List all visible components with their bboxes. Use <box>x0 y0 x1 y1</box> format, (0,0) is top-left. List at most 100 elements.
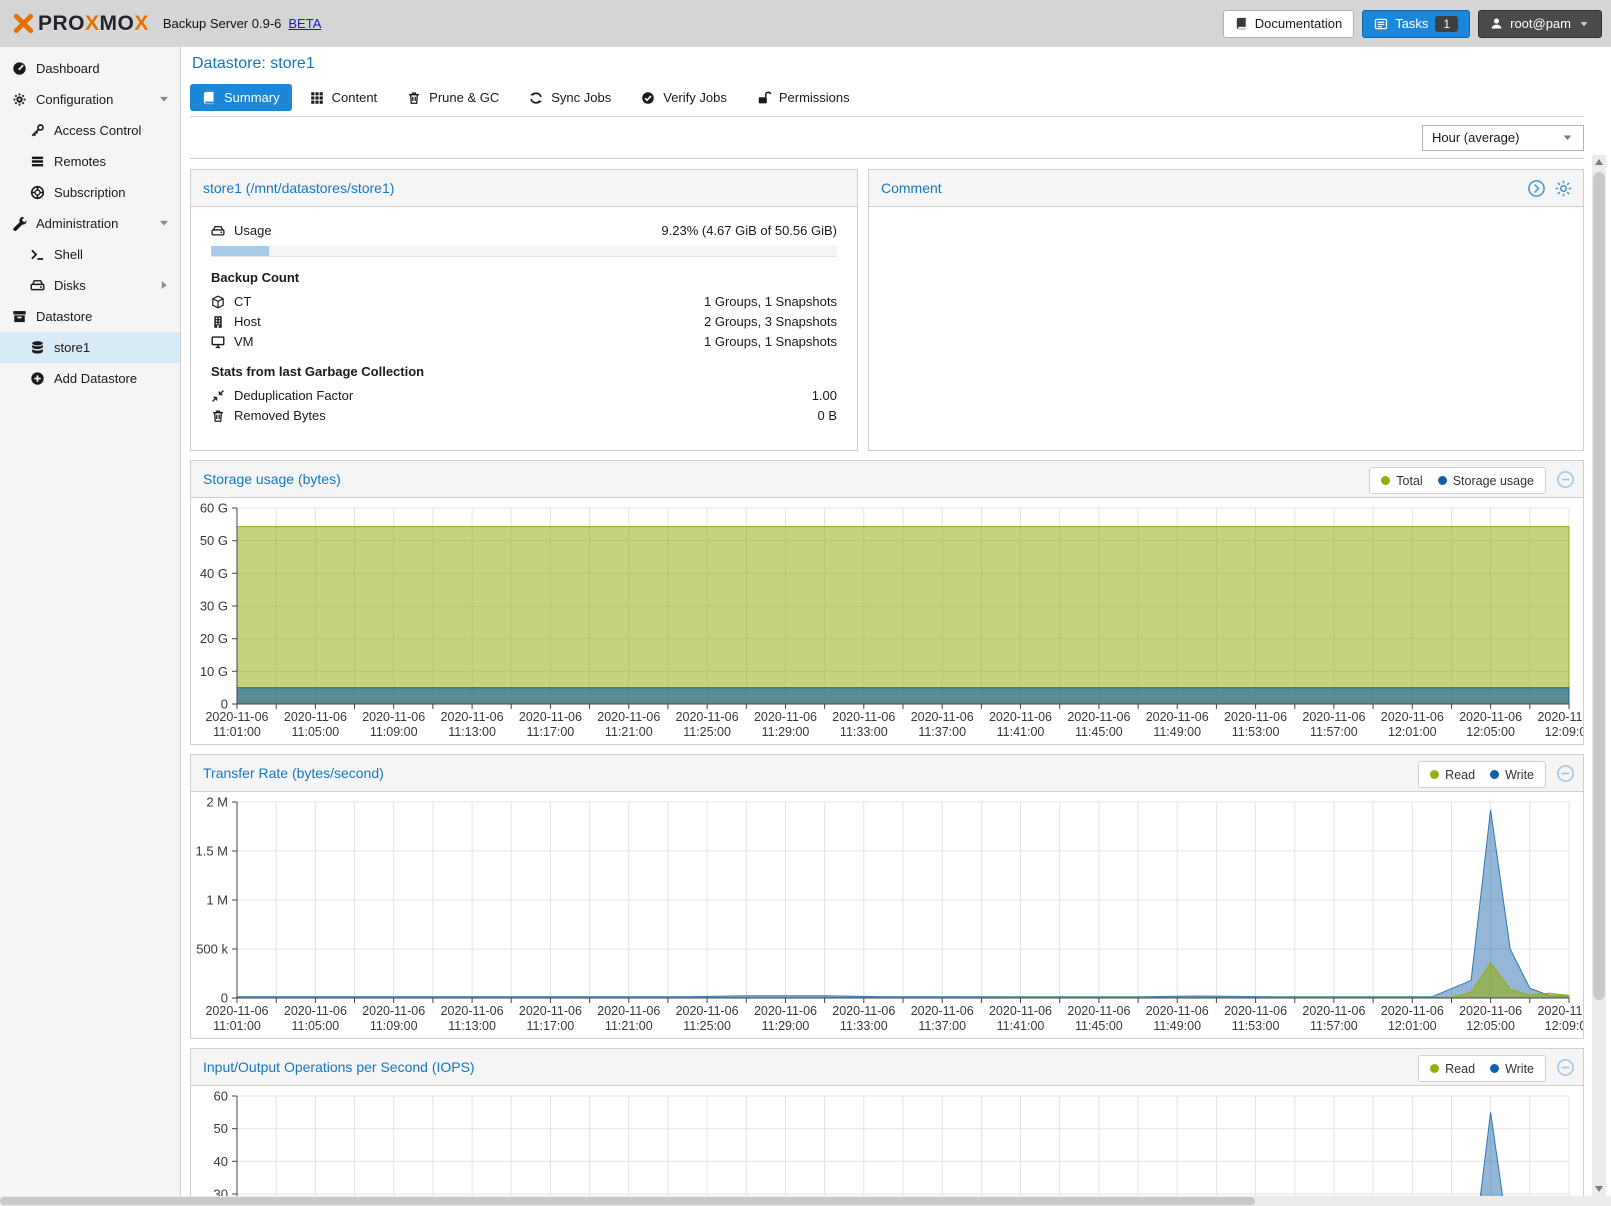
svg-text:2020-11-0611:49:00: 2020-11-0611:49:00 <box>1146 710 1209 739</box>
legend-dot <box>1430 1064 1439 1073</box>
page-title: Datastore: store1 <box>192 55 1584 73</box>
sidebar-item-add-datastore[interactable]: Add Datastore <box>0 363 180 394</box>
svg-text:20 G: 20 G <box>200 631 228 646</box>
transfer-chart-svg: 0500 k1 M1.5 M2 M2020-11-0611:01:002020-… <box>191 792 1583 1038</box>
user-menu-button[interactable]: root@pam <box>1478 10 1602 38</box>
tasks-button[interactable]: Tasks 1 <box>1362 10 1470 38</box>
svg-text:2020-11-0611:13:00: 2020-11-0611:13:00 <box>441 710 504 739</box>
building-icon <box>211 315 225 329</box>
sidebar-item-shell[interactable]: Shell <box>0 239 180 270</box>
tab-content[interactable]: Content <box>298 84 390 111</box>
vertical-scrollbar-thumb[interactable] <box>1593 172 1605 1000</box>
horizontal-scrollbar-thumb[interactable] <box>0 1197 1255 1205</box>
svg-text:60: 60 <box>214 1089 228 1104</box>
tab-verify-jobs[interactable]: Verify Jobs <box>629 84 739 111</box>
caret-down-icon[interactable] <box>157 216 171 230</box>
book-icon <box>202 91 216 105</box>
toolbar: Hour (average) <box>190 117 1584 159</box>
svg-text:2020-11-0611:17:00: 2020-11-0611:17:00 <box>519 710 582 739</box>
caret-right-icon[interactable] <box>157 278 171 292</box>
scroll-up-arrow-icon[interactable] <box>1592 155 1606 169</box>
summary-row: store1 (/mnt/datastores/store1) Usage9.2… <box>190 169 1584 451</box>
svg-text:2 M: 2 M <box>206 795 228 810</box>
tab-label: Content <box>332 90 378 105</box>
svg-text:2020-11-0611:21:00: 2020-11-0611:21:00 <box>597 710 660 739</box>
svg-text:60 G: 60 G <box>200 501 228 516</box>
svg-text:2020-11-0611:49:00: 2020-11-0611:49:00 <box>1146 1004 1209 1033</box>
hdd-icon <box>211 224 225 238</box>
svg-text:2020-11-0612:09:00: 2020-11-0612:09:00 <box>1537 1004 1583 1033</box>
transfer-chart: 0500 k1 M1.5 M2 M2020-11-0611:01:002020-… <box>191 792 1583 1038</box>
comment-body[interactable] <box>869 207 1583 450</box>
iops-legend: Read Write <box>1418 1055 1546 1082</box>
minus-circle-icon[interactable] <box>1556 764 1575 783</box>
chevron-circle-right-icon[interactable] <box>1527 179 1546 198</box>
usage-row: Usage9.23% (4.67 GiB of 50.56 GiB) <box>211 221 837 240</box>
tab-permissions[interactable]: Permissions <box>745 84 862 111</box>
sidebar-item-remotes[interactable]: Remotes <box>0 146 180 177</box>
legend-item-write[interactable]: Write <box>1490 1062 1534 1076</box>
cube-icon <box>211 295 225 309</box>
tab-label: Sync Jobs <box>551 90 611 105</box>
gc-row-deduplication-factor: Deduplication Factor1.00 <box>211 386 837 405</box>
svg-text:2020-11-0611:33:00: 2020-11-0611:33:00 <box>832 710 895 739</box>
sidebar-item-label: Access Control <box>54 123 141 138</box>
sidebar-item-configuration[interactable]: Configuration <box>0 84 180 115</box>
legend-item-storage-usage[interactable]: Storage usage <box>1438 474 1534 488</box>
legend-item-write[interactable]: Write <box>1490 768 1534 782</box>
sidebar-item-disks[interactable]: Disks <box>0 270 180 301</box>
sidebar-item-datastore[interactable]: Datastore <box>0 301 180 332</box>
vertical-scrollbar[interactable] <box>1592 155 1606 1196</box>
documentation-button[interactable]: Documentation <box>1223 10 1354 38</box>
comment-panel-header: Comment <box>869 170 1583 207</box>
caret-down-icon[interactable] <box>157 92 171 106</box>
horizontal-scrollbar[interactable] <box>0 1196 1611 1206</box>
tab-prune-gc[interactable]: Prune & GC <box>395 84 511 111</box>
logo-text: PROXMOX <box>38 12 149 36</box>
time-range-select[interactable]: Hour (average) <box>1422 125 1584 151</box>
svg-text:2020-11-0611:45:00: 2020-11-0611:45:00 <box>1067 1004 1130 1033</box>
sidebar-item-label: Dashboard <box>36 61 100 76</box>
transfer-panel-header: Transfer Rate (bytes/second) ReadWrite <box>191 755 1583 792</box>
minus-circle-icon[interactable] <box>1556 470 1575 489</box>
svg-text:2020-11-0612:05:00: 2020-11-0612:05:00 <box>1459 1004 1522 1033</box>
legend-item-read[interactable]: Read <box>1430 1062 1475 1076</box>
iops-panel: Input/Output Operations per Second (IOPS… <box>190 1048 1584 1196</box>
sidebar-item-subscription[interactable]: Subscription <box>0 177 180 208</box>
storage-panel-header: Storage usage (bytes) TotalStorage usage <box>191 461 1583 498</box>
sidebar-item-label: Administration <box>36 216 118 231</box>
tab-summary[interactable]: Summary <box>190 84 292 111</box>
legend-item-read[interactable]: Read <box>1430 768 1475 782</box>
gear-icon[interactable] <box>1554 179 1573 198</box>
sidebar-item-label: Add Datastore <box>54 371 137 386</box>
sidebar-item-access-control[interactable]: Access Control <box>0 115 180 146</box>
charts-column: Storage usage (bytes) TotalStorage usage… <box>190 460 1584 1196</box>
sidebar-item-store1[interactable]: store1 <box>0 332 180 363</box>
legend-item-total[interactable]: Total <box>1381 474 1422 488</box>
svg-text:2020-11-0612:09:00: 2020-11-0612:09:00 <box>1537 710 1583 739</box>
scroll-down-arrow-icon[interactable] <box>1592 1182 1606 1196</box>
sidebar-item-dashboard[interactable]: Dashboard <box>0 53 180 84</box>
svg-text:2020-11-0612:01:00: 2020-11-0612:01:00 <box>1381 1004 1444 1033</box>
svg-text:2020-11-0611:13:00: 2020-11-0611:13:00 <box>441 1004 504 1033</box>
svg-text:2020-11-0611:05:00: 2020-11-0611:05:00 <box>284 1004 347 1033</box>
legend-dot <box>1430 770 1439 779</box>
svg-text:2020-11-0611:25:00: 2020-11-0611:25:00 <box>676 1004 739 1033</box>
tab-label: Summary <box>224 90 280 105</box>
sidebar-item-administration[interactable]: Administration <box>0 208 180 239</box>
tab-sync-jobs[interactable]: Sync Jobs <box>517 84 623 111</box>
svg-text:2020-11-0611:21:00: 2020-11-0611:21:00 <box>597 1004 660 1033</box>
legend-dot <box>1490 770 1499 779</box>
tab-label: Prune & GC <box>429 90 499 105</box>
iops-chart-svg: 01020304050602020-11-0611:01:002020-11-0… <box>191 1086 1583 1196</box>
minus-circle-icon[interactable] <box>1556 1058 1575 1077</box>
svg-text:2020-11-0611:41:00: 2020-11-0611:41:00 <box>989 710 1052 739</box>
beta-link[interactable]: BETA <box>288 16 321 31</box>
svg-text:2020-11-0611:29:00: 2020-11-0611:29:00 <box>754 710 817 739</box>
backup-count-heading: Backup Count <box>211 270 837 285</box>
grid-icon <box>310 91 324 105</box>
legend-dot <box>1490 1064 1499 1073</box>
archive-icon <box>12 309 27 324</box>
wrench-icon <box>12 216 27 231</box>
storage-chart-svg: 010 G20 G30 G40 G50 G60 G2020-11-0611:01… <box>191 498 1583 744</box>
